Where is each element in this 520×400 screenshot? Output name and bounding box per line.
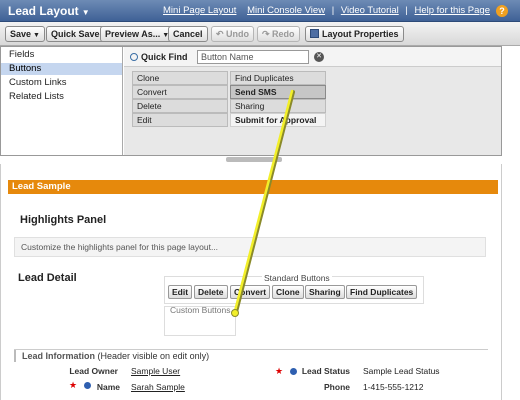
name-value: Sarah Sample <box>131 382 185 392</box>
category-fields[interactable]: Fields <box>1 49 122 61</box>
layout-properties-icon <box>310 29 319 38</box>
quick-save-button[interactable]: Quick Save <box>46 26 105 42</box>
std-button-find-duplicates[interactable]: Find Duplicates <box>346 285 418 299</box>
quick-find-label: Quick Find <box>130 52 188 62</box>
mini-console-view-link[interactable]: Mini Console View <box>247 5 325 16</box>
save-label: Save <box>10 29 32 39</box>
palette-item-find-duplicates[interactable]: Find Duplicates <box>230 71 326 85</box>
cancel-button[interactable]: Cancel <box>168 26 208 42</box>
redo-label: Redo <box>272 29 295 39</box>
palette-item-submit-for-approval[interactable]: Submit for Approval <box>230 113 326 127</box>
phone-label: Phone <box>324 382 350 392</box>
std-button-clone[interactable]: Clone <box>272 285 304 299</box>
required-icon: ★ <box>69 380 78 390</box>
palette-item-clone[interactable]: Clone <box>132 71 228 85</box>
lead-status-value: Sample Lead Status <box>363 366 440 376</box>
quick-find-bar: Quick Find Button Name ✕ <box>124 47 501 67</box>
std-button-delete[interactable]: Delete <box>194 285 228 299</box>
link-separator: | <box>405 5 408 16</box>
palette-items-panel: Quick Find Button Name ✕ Clone Find Dupl… <box>124 47 501 155</box>
category-related-lists[interactable]: Related Lists <box>1 91 122 103</box>
palette-item-sharing[interactable]: Sharing <box>230 99 326 113</box>
lead-information-section[interactable]: Lead Information (Header visible on edit… <box>14 349 488 363</box>
palette-item-convert[interactable]: Convert <box>132 85 228 99</box>
preview-as-label: Preview As... <box>105 29 161 39</box>
save-button[interactable]: Save ▼ <box>5 26 45 42</box>
lead-owner-value: Sample User <box>131 366 181 376</box>
category-buttons[interactable]: Buttons <box>1 63 122 75</box>
clear-icon[interactable]: ✕ <box>314 52 324 62</box>
mini-page-layout-link[interactable]: Mini Page Layout <box>163 5 236 16</box>
lead-detail-title: Lead Detail <box>18 272 77 284</box>
palette-item-edit[interactable]: Edit <box>132 113 228 127</box>
std-button-sharing[interactable]: Sharing <box>305 285 345 299</box>
lead-owner-label: Lead Owner <box>69 366 118 376</box>
palette: Fields Buttons Custom Links Related List… <box>0 46 502 156</box>
layout-title-menu[interactable]: Lead Layout ▼ <box>8 4 90 18</box>
palette-item-delete[interactable]: Delete <box>132 99 228 113</box>
layout-properties-button[interactable]: Layout Properties <box>305 26 404 42</box>
lead-status-label: Lead Status <box>301 366 350 376</box>
std-button-convert[interactable]: Convert <box>230 285 271 299</box>
preview-as-button[interactable]: Preview As... ▼ <box>100 26 175 42</box>
name-label: Name <box>96 382 120 392</box>
palette-categories: Fields Buttons Custom Links Related List… <box>1 47 123 155</box>
section-header-lead-sample: Lead Sample <box>8 180 498 194</box>
palette-resize-handle[interactable] <box>226 157 282 162</box>
std-button-edit[interactable]: Edit <box>168 285 193 299</box>
undo-button[interactable]: ↶ Undo <box>211 26 255 42</box>
redo-icon: ↷ <box>262 29 273 39</box>
redo-button[interactable]: ↷ Redo <box>257 26 300 42</box>
quick-find-text: Quick Find <box>141 52 188 62</box>
search-icon <box>130 53 138 61</box>
quick-find-input[interactable]: Button Name <box>197 50 309 64</box>
highlights-panel[interactable]: Customize the highlights panel for this … <box>14 237 486 257</box>
category-custom-links[interactable]: Custom Links <box>1 77 122 89</box>
undo-icon: ↶ <box>216 29 227 39</box>
video-tutorial-link[interactable]: Video Tutorial <box>341 5 399 16</box>
layout-title: Lead Layout <box>8 4 79 18</box>
custom-buttons-label: Custom Buttons <box>170 305 231 315</box>
top-bar: Lead Layout ▼ Mini Page Layout Mini Conso… <box>0 0 520 22</box>
standard-buttons-label: Standard Buttons <box>262 273 332 283</box>
layout-properties-label: Layout Properties <box>322 29 399 39</box>
palette-item-send-sms[interactable]: Send SMS <box>230 85 326 99</box>
lead-info-title: Lead Information <box>22 351 96 361</box>
phone-value: 1-415-555-1212 <box>363 382 424 392</box>
header-links: Mini Page Layout Mini Console View | Vid… <box>163 5 490 16</box>
highlights-panel-title: Highlights Panel <box>20 214 107 226</box>
help-link[interactable]: Help for this Page <box>414 5 490 16</box>
chevron-down-icon[interactable]: ▼ <box>33 32 40 39</box>
chevron-down-icon: ▼ <box>81 8 90 17</box>
field-status-icon <box>290 368 297 375</box>
help-icon[interactable]: ? <box>496 5 508 17</box>
undo-label: Undo <box>226 29 250 39</box>
required-icon: ★ <box>275 366 284 376</box>
toolbar: Save ▼ Quick Save Preview As... ▼ Cancel ↶… <box>0 22 520 46</box>
lead-info-note: (Header visible on edit only) <box>97 351 210 361</box>
link-separator: | <box>331 5 335 16</box>
